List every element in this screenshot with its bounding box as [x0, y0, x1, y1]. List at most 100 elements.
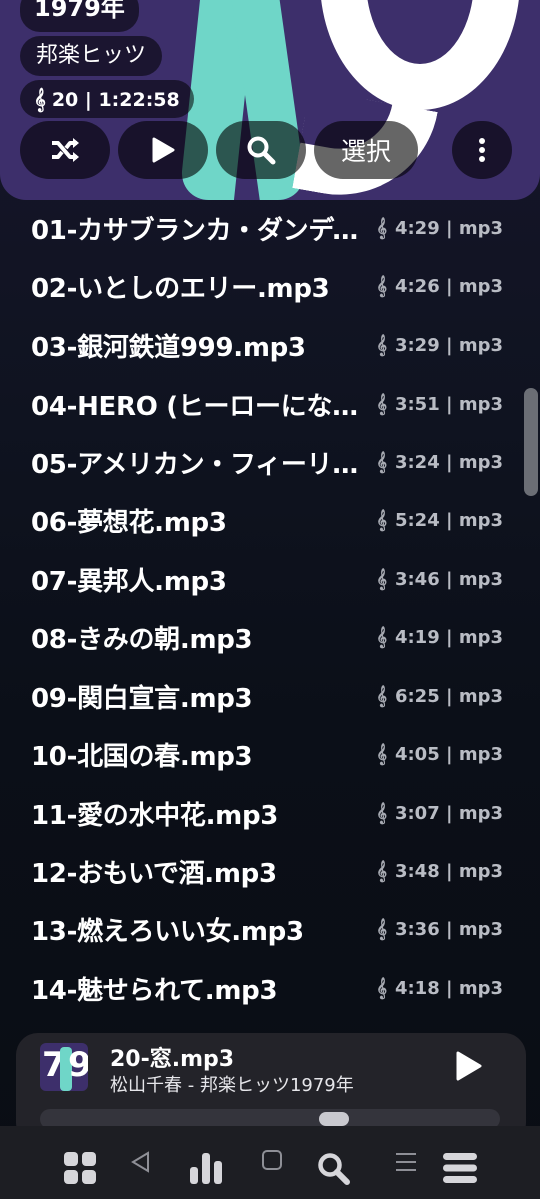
search-icon	[247, 136, 276, 165]
track-duration-format: 4:05 | mp3	[394, 744, 503, 765]
track-title: 11-愛の水中花.mp3	[31, 801, 279, 831]
nav-grid-button[interactable]	[60, 1148, 100, 1188]
back-triangle-icon	[131, 1151, 149, 1173]
track-row[interactable]: 03-銀河鉄道999.mp3 𝄞 3:29 | mp3	[0, 317, 540, 375]
track-meta: 𝄞 5:24 | mp3	[376, 510, 503, 531]
music-note-icon: 𝄞	[376, 686, 387, 707]
track-row[interactable]: 06-夢想花.mp3 𝄞 5:24 | mp3	[0, 492, 540, 550]
album-art-number	[320, 0, 520, 110]
track-row[interactable]: 12-おもいで酒.mp3 𝄞 3:48 | mp3	[0, 843, 540, 901]
music-note-icon: 𝄞	[376, 861, 387, 882]
track-meta: 𝄞 3:29 | mp3	[376, 335, 503, 356]
system-recents-button[interactable]	[386, 1142, 426, 1182]
music-note-icon: 𝄞	[376, 276, 387, 297]
music-note-icon: 𝄞	[376, 569, 387, 590]
now-playing-subtitle: 松山千春 - 邦楽ヒッツ1979年	[110, 1075, 354, 1096]
track-meta: 𝄞 4:18 | mp3	[376, 978, 503, 999]
album-category: 邦楽ヒッツ	[20, 36, 163, 76]
music-note-icon: 𝄞	[376, 335, 387, 356]
system-back-button[interactable]	[120, 1142, 160, 1182]
more-options-button[interactable]	[452, 121, 512, 179]
track-meta: 𝄞 4:26 | mp3	[376, 276, 503, 297]
now-playing-title: 20-窓.mp3	[110, 1047, 235, 1072]
music-note-icon: 𝄞	[376, 510, 387, 531]
music-note-icon: 𝄞	[376, 978, 387, 999]
track-meta: 𝄞 3:48 | mp3	[376, 861, 503, 882]
music-note-icon: 𝄞	[34, 87, 46, 111]
search-button[interactable]	[216, 121, 306, 179]
track-duration-format: 3:07 | mp3	[394, 803, 503, 824]
play-icon	[456, 1051, 482, 1081]
music-note-icon: 𝄞	[376, 627, 387, 648]
track-duration-format: 6:25 | mp3	[394, 686, 503, 707]
track-row[interactable]: 08-きみの朝.mp3 𝄞 4:19 | mp3	[0, 609, 540, 667]
track-title: 12-おもいで酒.mp3	[31, 859, 277, 889]
track-meta: 𝄞 4:19 | mp3	[376, 627, 503, 648]
track-title: 04-HERO (ヒーローになる時、それは今).mp3	[31, 392, 369, 422]
track-row[interactable]: 09-関白宣言.mp3 𝄞 6:25 | mp3	[0, 668, 540, 726]
track-title: 10-北国の春.mp3	[31, 742, 253, 772]
bottom-navigation	[0, 1126, 540, 1199]
track-title: 07-異邦人.mp3	[31, 567, 227, 597]
track-duration-format: 4:19 | mp3	[394, 627, 503, 648]
track-title: 06-夢想花.mp3	[31, 508, 227, 538]
nav-menu-button[interactable]	[440, 1148, 480, 1188]
track-title: 08-きみの朝.mp3	[31, 625, 253, 655]
nav-charts-button[interactable]	[186, 1148, 226, 1188]
track-title: 01-カサブランカ・ダンディ.mp3	[31, 216, 369, 246]
play-all-button[interactable]	[118, 121, 208, 179]
more-vertical-icon	[479, 138, 485, 162]
now-playing-artwork: 79	[40, 1043, 88, 1091]
track-meta: 𝄞 3:51 | mp3	[376, 394, 503, 415]
track-title: 03-銀河鉄道999.mp3	[31, 333, 306, 363]
track-row[interactable]: 10-北国の春.mp3 𝄞 4:05 | mp3	[0, 726, 540, 784]
track-title: 13-燃えろいい女.mp3	[31, 917, 304, 947]
shuffle-icon	[52, 138, 79, 162]
track-duration-format: 3:36 | mp3	[394, 919, 503, 940]
track-row[interactable]: 13-燃えろいい女.mp3 𝄞 3:36 | mp3	[0, 901, 540, 959]
list-scrollbar[interactable]	[524, 388, 538, 496]
track-meta: 𝄞 3:46 | mp3	[376, 569, 503, 590]
track-row[interactable]: 14-魅せられて.mp3 𝄞 4:18 | mp3	[0, 960, 540, 1018]
progress-thumb[interactable]	[319, 1112, 350, 1126]
track-meta: 𝄞 4:29 | mp3	[376, 218, 503, 239]
track-title: 05-アメリカン・フィーリング.mp3	[31, 450, 369, 480]
shuffle-button[interactable]	[20, 121, 110, 179]
track-row[interactable]: 07-異邦人.mp3 𝄞 3:46 | mp3	[0, 551, 540, 609]
track-duration-format: 4:29 | mp3	[394, 218, 503, 239]
track-duration-format: 3:29 | mp3	[394, 335, 503, 356]
track-row[interactable]: 01-カサブランカ・ダンディ.mp3 𝄞 4:29 | mp3	[0, 200, 540, 258]
track-row[interactable]: 11-愛の水中花.mp3 𝄞 3:07 | mp3	[0, 785, 540, 843]
music-note-icon: 𝄞	[376, 218, 387, 239]
track-duration-format: 3:51 | mp3	[394, 394, 503, 415]
album-info: 𝄞 20 | 1:22:58	[20, 80, 194, 118]
select-button[interactable]: 選択	[314, 121, 418, 179]
recents-lines-icon	[396, 1153, 416, 1171]
grid-icon	[64, 1152, 96, 1184]
album-year: 1979年	[20, 0, 139, 32]
album-header: 1979年 邦楽ヒッツ 𝄞 20 | 1:22:58 選択	[0, 0, 540, 200]
bar-chart-icon	[190, 1153, 222, 1184]
nav-search-button[interactable]	[313, 1148, 353, 1188]
track-title: 14-魅せられて.mp3	[31, 976, 278, 1006]
track-title: 02-いとしのエリー.mp3	[31, 274, 330, 304]
search-icon	[318, 1153, 350, 1185]
track-duration-format: 4:26 | mp3	[394, 276, 503, 297]
track-meta: 𝄞 3:07 | mp3	[376, 803, 503, 824]
music-note-icon: 𝄞	[376, 394, 387, 415]
mini-play-button[interactable]	[452, 1049, 492, 1085]
track-duration-format: 4:18 | mp3	[394, 978, 503, 999]
system-home-button[interactable]	[252, 1140, 292, 1180]
music-note-icon: 𝄞	[376, 803, 387, 824]
track-meta: 𝄞 6:25 | mp3	[376, 686, 503, 707]
play-icon	[152, 137, 175, 163]
album-track-count-duration: 20 | 1:22:58	[51, 89, 180, 111]
track-meta: 𝄞 3:24 | mp3	[376, 452, 503, 473]
track-duration-format: 3:46 | mp3	[394, 569, 503, 590]
track-duration-format: 3:48 | mp3	[394, 861, 503, 882]
music-note-icon: 𝄞	[376, 452, 387, 473]
track-row[interactable]: 05-アメリカン・フィーリング.mp3 𝄞 3:24 | mp3	[0, 434, 540, 492]
track-meta: 𝄞 4:05 | mp3	[376, 744, 503, 765]
track-row[interactable]: 04-HERO (ヒーローになる時、それは今).mp3 𝄞 3:51 | mp3	[0, 376, 540, 434]
track-row[interactable]: 02-いとしのエリー.mp3 𝄞 4:26 | mp3	[0, 258, 540, 316]
